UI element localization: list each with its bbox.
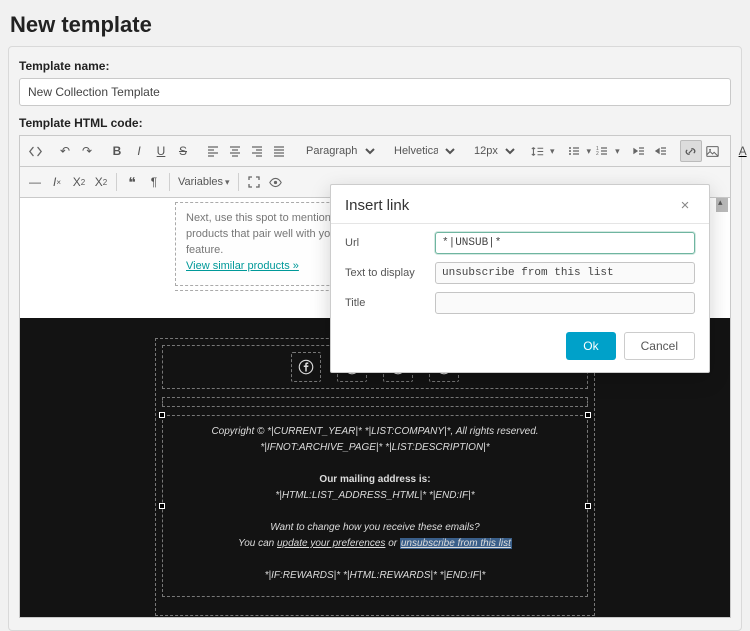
footer-divider-block[interactable] <box>162 397 588 407</box>
block-format-select[interactable]: Paragraph <box>298 140 378 162</box>
bullet-list-icon[interactable] <box>563 140 585 162</box>
resize-handle-icon[interactable] <box>159 412 165 418</box>
ok-button[interactable]: Ok <box>566 332 615 360</box>
align-right-icon[interactable] <box>246 140 268 162</box>
update-preferences-link[interactable]: update your preferences <box>277 538 385 549</box>
template-html-label: Template HTML code: <box>19 116 731 130</box>
insert-image-icon[interactable] <box>702 140 724 162</box>
address-text: *|HTML:LIST_ADDRESS_HTML|* *|END:IF|* <box>275 490 474 501</box>
blockquote-icon[interactable]: ❝ <box>121 171 143 193</box>
or-text: or <box>388 538 400 549</box>
numbered-list-icon[interactable]: 12 <box>591 140 613 162</box>
page-title: New template <box>0 0 750 46</box>
strikethrough-icon[interactable]: S <box>172 140 194 162</box>
preview-icon[interactable] <box>265 171 287 193</box>
dialog-title: Insert link <box>345 197 409 214</box>
underline-icon[interactable]: U <box>150 140 172 162</box>
text-display-label: Text to display <box>345 267 435 279</box>
view-similar-link[interactable]: View similar products » <box>186 260 299 272</box>
svg-text:2: 2 <box>596 151 599 157</box>
facebook-icon[interactable] <box>291 352 321 382</box>
paragraph-icon[interactable]: ¶ <box>143 171 165 193</box>
chevron-down-icon[interactable]: ▾ <box>550 146 555 157</box>
align-center-icon[interactable] <box>224 140 246 162</box>
insert-link-dialog: Insert link × Url Text to display Title … <box>330 184 710 373</box>
superscript-icon[interactable]: X2 <box>90 171 112 193</box>
cancel-button[interactable]: Cancel <box>624 332 695 360</box>
subscript-icon[interactable]: X2 <box>68 171 90 193</box>
align-left-icon[interactable] <box>202 140 224 162</box>
url-label: Url <box>345 237 435 249</box>
line-height-icon[interactable] <box>526 140 548 162</box>
italic-icon[interactable]: I <box>128 140 150 162</box>
template-name-input[interactable] <box>19 78 731 106</box>
url-input[interactable] <box>435 232 695 254</box>
undo-icon[interactable]: ↶ <box>54 140 76 162</box>
outdent-icon[interactable] <box>628 140 650 162</box>
address-heading: Our mailing address is: <box>319 474 430 485</box>
rewards-text: *|IF:REWARDS|* *|HTML:REWARDS|* *|END:IF… <box>265 570 486 581</box>
chevron-down-icon[interactable]: ▾ <box>615 146 620 157</box>
title-input[interactable] <box>435 292 695 314</box>
font-family-select[interactable]: Helvetica <box>386 140 458 162</box>
text-color-icon[interactable]: A <box>732 140 750 162</box>
archive-text: *|IFNOT:ARCHIVE_PAGE|* *|LIST:DESCRIPTIO… <box>260 442 489 453</box>
bold-icon[interactable]: B <box>106 140 128 162</box>
insert-link-icon[interactable] <box>680 140 702 162</box>
resize-handle-icon[interactable] <box>159 503 165 509</box>
change-prefix: You can <box>238 538 277 549</box>
text-display-input[interactable] <box>435 262 695 284</box>
hr-icon[interactable]: — <box>24 171 46 193</box>
font-size-select[interactable]: 12px <box>466 140 518 162</box>
change-question: Want to change how you receive these ema… <box>270 522 479 533</box>
variables-dropdown[interactable]: Variables▾ <box>174 171 234 193</box>
redo-icon[interactable]: ↷ <box>76 140 98 162</box>
indent-icon[interactable] <box>650 140 672 162</box>
resize-handle-icon[interactable] <box>585 412 591 418</box>
clear-format-icon[interactable]: I× <box>46 171 68 193</box>
title-label: Title <box>345 297 435 309</box>
source-code-icon[interactable] <box>24 140 46 162</box>
copyright-text: Copyright © *|CURRENT_YEAR|* *|LIST:COMP… <box>211 426 538 437</box>
template-name-label: Template name: <box>19 59 731 73</box>
unsubscribe-link[interactable]: unsubscribe from this list <box>400 538 512 549</box>
resize-handle-icon[interactable] <box>585 503 591 509</box>
close-icon[interactable]: × <box>675 195 695 215</box>
footer-text-block[interactable]: Copyright © *|CURRENT_YEAR|* *|LIST:COMP… <box>162 415 588 597</box>
fullscreen-icon[interactable] <box>243 171 265 193</box>
align-justify-icon[interactable] <box>268 140 290 162</box>
